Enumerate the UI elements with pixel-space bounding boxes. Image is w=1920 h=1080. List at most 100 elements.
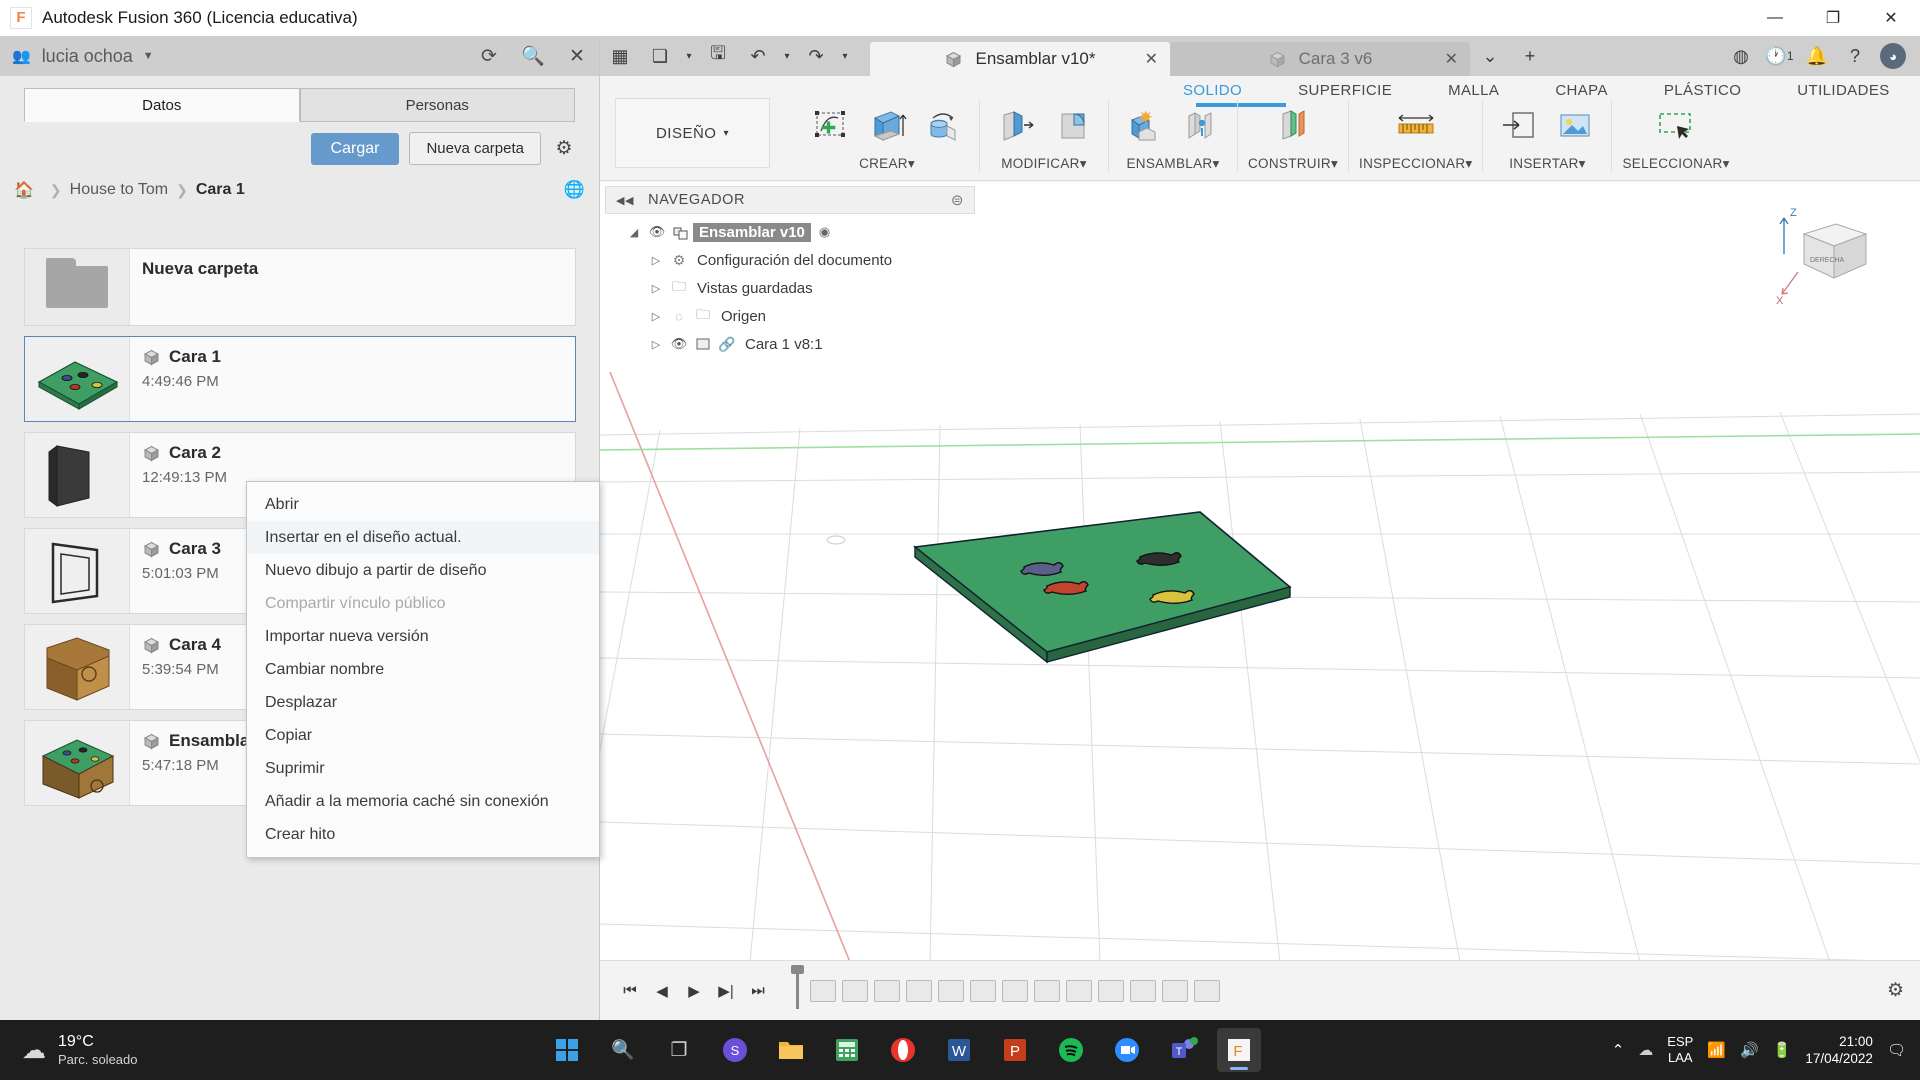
- ribbon-group-label[interactable]: INSPECCIONAR▾: [1359, 156, 1472, 172]
- spotify-icon[interactable]: [1049, 1028, 1093, 1072]
- redo-icon[interactable]: ↷: [796, 36, 836, 76]
- file-explorer-icon[interactable]: [769, 1028, 813, 1072]
- teams-icon[interactable]: T: [1161, 1028, 1205, 1072]
- ribbon-group-label[interactable]: ENSAMBLAR▾: [1126, 156, 1219, 172]
- document-tab-ensamblar[interactable]: Ensamblar v10* ✕: [870, 42, 1170, 76]
- context-menu-item-suprimir[interactable]: Suprimir: [247, 752, 599, 785]
- redo-caret-icon[interactable]: ▾: [836, 36, 854, 76]
- weather-widget[interactable]: ☁ 19°C Parc. soleado: [22, 1032, 138, 1068]
- joint-icon[interactable]: [1175, 101, 1227, 151]
- ribbon-group-label[interactable]: MODIFICAR▾: [1001, 156, 1087, 172]
- close-button[interactable]: ✕: [1862, 0, 1920, 36]
- start-button[interactable]: [545, 1028, 589, 1072]
- new-tab-button[interactable]: +: [1510, 36, 1550, 76]
- maximize-button[interactable]: ❐: [1804, 0, 1862, 36]
- upload-button[interactable]: Cargar: [310, 132, 400, 165]
- globe-icon[interactable]: 🌐: [564, 180, 585, 200]
- timeline-feature[interactable]: [1002, 979, 1028, 1002]
- user-name[interactable]: lucia ochoa: [42, 46, 133, 67]
- timeline-begin-button[interactable]: ⏮: [614, 974, 646, 1008]
- new-file-icon[interactable]: ❏: [640, 36, 680, 76]
- expand-triangle-icon[interactable]: ◢: [623, 226, 645, 239]
- timeline-end-button[interactable]: ⏭: [742, 974, 774, 1008]
- skype-icon[interactable]: S: [713, 1028, 757, 1072]
- close-icon[interactable]: ✕: [1145, 49, 1158, 69]
- timeline-settings-icon[interactable]: ⚙: [1887, 979, 1904, 1002]
- tab-overflow-icon[interactable]: ⌄: [1470, 36, 1510, 76]
- tree-row-vistas[interactable]: ▷ 🗀 Vistas guardadas: [605, 274, 975, 302]
- visibility-eye-icon[interactable]: 👁: [667, 336, 691, 352]
- home-icon[interactable]: 🏠: [14, 180, 34, 200]
- timeline-step-forward-button[interactable]: ▶|: [710, 974, 742, 1008]
- help-circle-icon[interactable]: ◍: [1722, 36, 1760, 76]
- fusion360-icon[interactable]: F: [1217, 1028, 1261, 1072]
- volume-icon[interactable]: 🔊: [1740, 1041, 1759, 1059]
- context-menu-item-importar[interactable]: Importar nueva versión: [247, 620, 599, 653]
- timeline-playhead[interactable]: [791, 964, 804, 1009]
- ribbon-group-label[interactable]: CREAR▾: [859, 156, 915, 172]
- timeline-feature[interactable]: [1194, 979, 1220, 1002]
- view-cube[interactable]: Z DERECHA X: [1770, 202, 1880, 307]
- timeline-feature[interactable]: [1130, 979, 1156, 1002]
- extrude-icon[interactable]: [861, 101, 913, 151]
- navigator-header[interactable]: ◀◀ NAVEGADOR ⊜: [605, 186, 975, 214]
- timeline-play-button[interactable]: ▶: [678, 974, 710, 1008]
- revolve-icon[interactable]: [917, 101, 969, 151]
- timeline-feature[interactable]: [906, 979, 932, 1002]
- new-file-caret-icon[interactable]: ▾: [680, 36, 698, 76]
- timeline-track[interactable]: [788, 964, 1226, 1011]
- search-taskbar-icon[interactable]: 🔍: [601, 1028, 645, 1072]
- timeline-feature[interactable]: [1066, 979, 1092, 1002]
- chevron-down-icon[interactable]: ▼: [143, 50, 154, 62]
- press-pull-icon[interactable]: [990, 101, 1042, 151]
- timeline-feature[interactable]: [874, 979, 900, 1002]
- tree-row-origen[interactable]: ▷ ◌ 🗀 Origen: [605, 302, 975, 330]
- app-grid-icon[interactable]: ▦: [600, 36, 640, 76]
- notification-icon[interactable]: 🗨: [1887, 1041, 1906, 1059]
- search-icon[interactable]: 🔍: [511, 36, 555, 76]
- breadcrumb-item-current[interactable]: Cara 1: [196, 181, 245, 199]
- radio-icon[interactable]: ◉: [819, 224, 830, 240]
- measure-icon[interactable]: [1390, 101, 1442, 151]
- expand-triangle-icon[interactable]: ▷: [645, 310, 667, 323]
- folder-row[interactable]: Nueva carpeta: [24, 248, 576, 326]
- collapse-icon[interactable]: ◀◀: [616, 194, 634, 207]
- ribbon-group-label[interactable]: INSERTAR▾: [1509, 156, 1586, 172]
- clock[interactable]: 21:00 17/04/2022: [1805, 1033, 1873, 1067]
- timeline-feature[interactable]: [1162, 979, 1188, 1002]
- context-menu-item-insertar[interactable]: Insertar en el diseño actual.: [247, 521, 599, 554]
- close-panel-icon[interactable]: ✕: [555, 36, 599, 76]
- expand-triangle-icon[interactable]: ▷: [645, 282, 667, 295]
- context-menu-item-cache-offline[interactable]: Añadir a la memoria caché sin conexión: [247, 785, 599, 818]
- select-window-icon[interactable]: [1650, 101, 1702, 151]
- battery-icon[interactable]: 🔋: [1773, 1041, 1792, 1059]
- expand-triangle-icon[interactable]: ▷: [645, 254, 667, 267]
- job-status-icon[interactable]: 🕐 1: [1760, 36, 1798, 76]
- minimize-button[interactable]: —: [1746, 0, 1804, 36]
- gear-icon[interactable]: ⚙: [551, 136, 577, 162]
- expand-triangle-icon[interactable]: ▷: [645, 338, 667, 351]
- canvas-icon[interactable]: [1549, 101, 1601, 151]
- notifications-icon[interactable]: 🔔: [1798, 36, 1836, 76]
- undo-caret-icon[interactable]: ▾: [778, 36, 796, 76]
- context-menu-item-nuevo-dibujo[interactable]: Nuevo dibujo a partir de diseño: [247, 554, 599, 587]
- fillet-icon[interactable]: [1046, 101, 1098, 151]
- visibility-eye-off-icon[interactable]: ◌: [667, 309, 691, 324]
- save-icon[interactable]: 🖫: [698, 36, 738, 76]
- task-view-icon[interactable]: ❐: [657, 1028, 701, 1072]
- tab-personas[interactable]: Personas: [299, 88, 575, 122]
- new-folder-button[interactable]: Nueva carpeta: [409, 132, 541, 165]
- undo-icon[interactable]: ↶: [738, 36, 778, 76]
- timeline-feature[interactable]: [1098, 979, 1124, 1002]
- new-component-icon[interactable]: [1119, 101, 1171, 151]
- powerpoint-icon[interactable]: P: [993, 1028, 1037, 1072]
- wifi-icon[interactable]: 📶: [1707, 1041, 1726, 1059]
- tree-row-configuracion[interactable]: ▷ ⚙ Configuración del documento: [605, 246, 975, 274]
- timeline-feature[interactable]: [970, 979, 996, 1002]
- refresh-icon[interactable]: ⟳: [467, 36, 511, 76]
- list-item[interactable]: Cara 1 4:49:46 PM: [24, 336, 576, 422]
- cloud-icon[interactable]: ☁: [1638, 1041, 1653, 1059]
- language-indicator[interactable]: ESP LAA: [1667, 1034, 1693, 1066]
- word-icon[interactable]: W: [937, 1028, 981, 1072]
- visibility-eye-icon[interactable]: 👁: [645, 224, 669, 240]
